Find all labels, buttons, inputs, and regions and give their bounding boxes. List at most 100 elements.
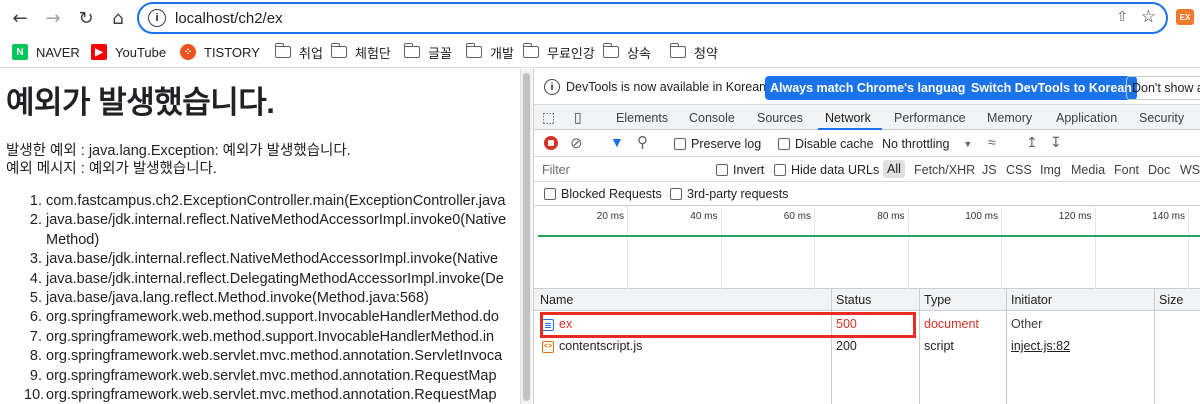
page-title: 예외가 발생했습니다. bbox=[6, 85, 275, 120]
list-number: 9. bbox=[29, 367, 42, 384]
bookmark-item[interactable]: N NAVER bbox=[12, 42, 80, 62]
request-status[interactable]: 500 bbox=[836, 317, 857, 331]
request-status[interactable]: 200 bbox=[836, 339, 857, 353]
bookmarks-bar: N NAVER ▶ YouTube ⁘ TISTORY 취업 체험단 글꼴 개발 무료인강 상속 청약 bbox=[0, 36, 1200, 68]
bookmark-item[interactable]: 취업 bbox=[274, 42, 323, 62]
hide-data-urls-label: Hide data URLs bbox=[791, 163, 880, 177]
bookmark-label: 상속 bbox=[627, 45, 651, 61]
bookmark-star-icon[interactable]: ☆ bbox=[1141, 7, 1156, 27]
disable-cache-checkbox[interactable]: Disable cache bbox=[778, 137, 874, 151]
column-name[interactable]: Name bbox=[540, 293, 573, 307]
import-har-icon[interactable]: ↥ bbox=[1026, 134, 1038, 151]
request-filter-row: Blocked Requests 3rd-party requests bbox=[534, 182, 1200, 206]
bookmark-item[interactable]: ⁘ TISTORY bbox=[180, 42, 260, 62]
extension-icon[interactable]: EX bbox=[1176, 9, 1194, 25]
request-initiator[interactable]: inject.js:82 bbox=[1011, 339, 1070, 353]
timeline-waterfall-bar bbox=[538, 235, 1200, 237]
list-number: 5. bbox=[29, 290, 42, 307]
type-filter-all[interactable]: All bbox=[883, 160, 905, 178]
bookmark-item[interactable]: 글꼴 bbox=[403, 42, 452, 62]
stack-frame-text: com.fastcampus.ch2.ExceptionController.m… bbox=[46, 193, 506, 209]
type-filter-img[interactable]: Img bbox=[1040, 163, 1061, 177]
folder-icon bbox=[669, 43, 686, 58]
type-filter-css[interactable]: CSS bbox=[1006, 163, 1032, 177]
address-url[interactable]: localhost/ch2/ex bbox=[175, 10, 283, 27]
inspect-element-icon[interactable]: ⬚ bbox=[542, 109, 555, 126]
record-icon[interactable] bbox=[544, 136, 558, 150]
export-har-icon[interactable]: ↧ bbox=[1050, 134, 1062, 151]
scrollbar-thumb[interactable] bbox=[523, 73, 530, 401]
type-filter-doc[interactable]: Doc bbox=[1148, 163, 1170, 177]
bookmark-item[interactable]: 개발 bbox=[465, 42, 514, 62]
filter-input[interactable]: Filter bbox=[542, 163, 570, 177]
bookmark-item[interactable]: 청약 bbox=[669, 42, 718, 62]
column-divider bbox=[919, 289, 920, 404]
timeline-tick-label: 80 ms bbox=[877, 211, 905, 222]
bookmark-item[interactable]: 무료인강 bbox=[522, 42, 595, 62]
request-name[interactable]: ex bbox=[559, 317, 572, 331]
clear-icon[interactable]: ⊘ bbox=[570, 134, 583, 152]
bookmark-label: 글꼴 bbox=[428, 45, 452, 61]
filter-icon[interactable]: ▼ bbox=[610, 134, 624, 150]
home-icon[interactable]: ⌂ bbox=[106, 6, 130, 30]
active-tab-indicator bbox=[818, 128, 882, 130]
always-match-language-button[interactable]: Always match Chrome's language bbox=[765, 76, 978, 100]
share-icon[interactable]: ⇧ bbox=[1116, 9, 1128, 25]
column-initiator[interactable]: Initiator bbox=[1011, 293, 1052, 307]
bookmark-item[interactable]: ▶ YouTube bbox=[91, 42, 166, 62]
third-party-label: 3rd-party requests bbox=[687, 187, 789, 201]
type-filter-media[interactable]: Media bbox=[1071, 163, 1105, 177]
device-toolbar-icon[interactable]: ▯ bbox=[574, 109, 582, 126]
list-number: 4. bbox=[29, 270, 42, 287]
search-icon[interactable]: ⚲ bbox=[637, 133, 648, 151]
timeline-tick-label: 140 ms bbox=[1152, 211, 1185, 222]
request-type[interactable]: document bbox=[924, 317, 979, 331]
tab-elements[interactable]: Elements bbox=[616, 111, 668, 125]
dont-show-again-button[interactable]: Don't show a bbox=[1126, 76, 1200, 100]
request-name[interactable]: contentscript.js bbox=[559, 339, 642, 353]
network-conditions-icon[interactable]: ≈ bbox=[988, 134, 996, 150]
blocked-requests-checkbox[interactable]: Blocked Requests bbox=[544, 187, 662, 201]
timeline-gridline bbox=[814, 207, 815, 289]
stack-frame-text: org.springframework.web.servlet.mvc.meth… bbox=[46, 367, 497, 384]
type-filter-js[interactable]: JS bbox=[982, 163, 997, 177]
timeline-tick-label: 120 ms bbox=[1058, 211, 1092, 222]
browser-window: ← → ↻ ⌂ i localhost/ch2/ex ⇧ ☆ EX N NAVER… bbox=[0, 0, 1200, 404]
tab-sources[interactable]: Sources bbox=[757, 111, 803, 125]
tab-application[interactable]: Application bbox=[1056, 111, 1117, 125]
tab-memory[interactable]: Memory bbox=[987, 111, 1032, 125]
back-arrow-icon[interactable]: ← bbox=[8, 6, 32, 30]
column-divider bbox=[1006, 289, 1007, 404]
third-party-checkbox[interactable]: 3rd-party requests bbox=[670, 187, 788, 201]
throttling-select[interactable]: No throttling ▼ bbox=[882, 137, 972, 151]
network-timeline[interactable]: 20 ms 40 ms 60 ms 80 ms 100 ms 120 ms 140 ms bbox=[534, 207, 1200, 289]
invert-label: Invert bbox=[733, 163, 765, 177]
address-bar[interactable]: i localhost/ch2/ex ⇧ ☆ bbox=[137, 2, 1168, 34]
type-filter-fetch-xhr[interactable]: Fetch/XHR bbox=[914, 163, 975, 177]
hide-data-urls-checkbox[interactable]: Hide data URLs bbox=[774, 163, 879, 177]
forward-arrow-icon[interactable]: → bbox=[41, 6, 65, 30]
type-filter-font[interactable]: Font bbox=[1114, 163, 1139, 177]
reload-icon[interactable]: ↻ bbox=[74, 6, 98, 30]
column-type[interactable]: Type bbox=[924, 293, 951, 307]
tab-security[interactable]: Security bbox=[1139, 111, 1184, 125]
bookmark-item[interactable]: 상속 bbox=[602, 42, 651, 62]
request-initiator[interactable]: Other bbox=[1011, 317, 1042, 331]
stack-frame-text: java.base/jdk.internal.reflect.Delegatin… bbox=[46, 270, 504, 287]
tab-console[interactable]: Console bbox=[689, 111, 735, 125]
exception-message-line: 예외 메시지 : 예외가 발생했습니다. bbox=[6, 161, 217, 177]
page-scrollbar[interactable] bbox=[520, 69, 532, 404]
request-type[interactable]: script bbox=[924, 339, 954, 353]
column-size[interactable]: Size bbox=[1159, 293, 1183, 307]
site-info-icon[interactable]: i bbox=[148, 9, 166, 27]
invert-checkbox[interactable]: Invert bbox=[716, 163, 764, 177]
stack-trace-item: 10. org.springframework.web.servlet.mvc.m… bbox=[24, 386, 520, 404]
bookmark-item[interactable]: 체험단 bbox=[330, 42, 391, 62]
tab-performance[interactable]: Performance bbox=[894, 111, 966, 125]
bookmark-label: 체험단 bbox=[355, 45, 391, 61]
type-filter-ws[interactable]: WS bbox=[1180, 163, 1200, 177]
column-status[interactable]: Status bbox=[836, 293, 871, 307]
switch-to-korean-button[interactable]: Switch DevTools to Korean bbox=[966, 76, 1137, 100]
preserve-log-checkbox[interactable]: Preserve log bbox=[674, 137, 761, 151]
tab-network[interactable]: Network bbox=[825, 111, 871, 125]
